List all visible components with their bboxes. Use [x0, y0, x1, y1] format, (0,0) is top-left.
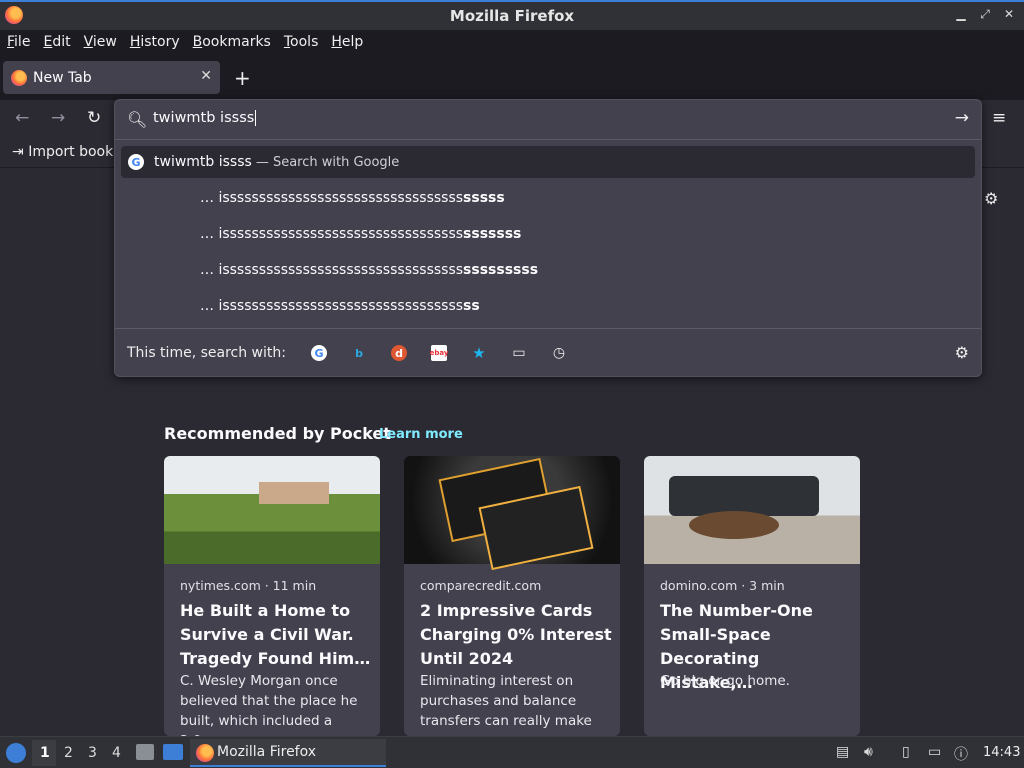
taskbar-firefox-button[interactable]: Mozilla Firefox: [190, 739, 386, 767]
bookmarks-star-icon[interactable]: ★: [471, 344, 487, 362]
urlbar-input-row: 🔍︎ twiwmtb issss →: [115, 100, 981, 140]
clipboard-tray-icon[interactable]: ▤: [836, 744, 849, 760]
menu-help[interactable]: Help: [331, 34, 363, 50]
close-tab-icon[interactable]: ✕: [200, 68, 212, 84]
forward-arrow-icon[interactable]: →: [51, 108, 65, 128]
card-excerpt: Go big or go home.: [660, 673, 790, 689]
history-icon[interactable]: ◷: [551, 345, 567, 361]
menu-bar: File Edit View History Bookmarks Tools H…: [0, 30, 1024, 54]
search-suggestion[interactable]: … isssssssssssssssssssssssssssssssssssss…: [200, 226, 521, 242]
volume-icon[interactable]: 🔊︎: [864, 744, 873, 760]
card-excerpt: C. Wesley Morgan once believed that the …: [180, 673, 358, 736]
one-off-label: This time, search with:: [127, 345, 286, 361]
workspace-2[interactable]: 2: [64, 745, 73, 761]
tab-label: New Tab: [33, 69, 92, 86]
card-image: [644, 456, 860, 564]
tab-new-tab[interactable]: New Tab ✕: [3, 61, 220, 94]
reload-icon[interactable]: ↻: [87, 108, 101, 128]
search-suggestion-main[interactable]: G twiwmtb issss — Search with Google: [121, 146, 975, 178]
tabs-icon[interactable]: ▭: [511, 345, 527, 361]
card-meta: nytimes.com · 11 min: [180, 578, 317, 593]
pocket-card[interactable]: comparecredit.com 2 Impressive Cards Cha…: [404, 456, 620, 736]
back-arrow-icon[interactable]: ←: [15, 108, 29, 128]
card-image: [164, 456, 380, 564]
menu-tools[interactable]: Tools: [284, 34, 319, 50]
pocket-section-title: Recommended by Pocket: [164, 424, 391, 443]
workspace-3[interactable]: 3: [88, 745, 97, 761]
card-excerpt: Eliminating interest on purchases and ba…: [420, 673, 592, 736]
notes-tray-icon[interactable]: ▯: [902, 744, 910, 760]
window-titlebar: Mozilla Firefox ▁ ⤢ ✕: [0, 0, 1024, 30]
suggestion-action: — Search with Google: [255, 154, 400, 170]
pocket-learn-more-link[interactable]: Learn more: [379, 427, 463, 442]
tab-strip: New Tab ✕ +: [0, 54, 1024, 100]
firefox-icon: [11, 69, 27, 86]
new-tab-button[interactable]: +: [234, 66, 251, 90]
file-manager-icon[interactable]: [136, 744, 154, 760]
window-title: Mozilla Firefox: [449, 7, 575, 25]
menu-history[interactable]: History: [130, 34, 180, 50]
card-meta: domino.com · 3 min: [660, 578, 785, 593]
maximize-icon[interactable]: ⤢: [978, 7, 992, 22]
search-suggestion[interactable]: … isssssssssssssssssssssssssssssssssssss…: [200, 262, 538, 278]
search-suggestion[interactable]: … isssssssssssssssssssssssssssssssssss: [200, 298, 480, 314]
google-icon[interactable]: G: [311, 345, 327, 361]
search-settings-gear-icon[interactable]: ⚙: [955, 343, 969, 362]
urlbar-input[interactable]: twiwmtb issss: [153, 110, 257, 126]
ebay-icon[interactable]: ebay: [430, 345, 448, 361]
hamburger-menu-icon[interactable]: ≡: [992, 108, 1006, 128]
pocket-card[interactable]: domino.com · 3 min The Number-One Small-…: [644, 456, 860, 736]
firefox-icon: [196, 744, 214, 762]
window-controls: ▁ ⤢ ✕: [954, 7, 1016, 22]
clock[interactable]: 14:43: [983, 745, 1020, 760]
menu-file[interactable]: File: [7, 34, 30, 50]
import-bookmarks-label: Import book: [28, 144, 114, 160]
menu-edit[interactable]: Edit: [43, 34, 70, 50]
suggestion-query: twiwmtb issss: [154, 154, 252, 170]
one-off-search-bar: This time, search with: G b d ebay ★ ▭ ◷…: [115, 328, 981, 376]
pocket-card[interactable]: nytimes.com · 11 min He Built a Home to …: [164, 456, 380, 736]
import-bookmarks-button[interactable]: ⇥ Import book: [12, 144, 113, 160]
google-icon: G: [128, 154, 144, 170]
duckduckgo-icon[interactable]: d: [391, 345, 407, 361]
page-settings-gear-icon[interactable]: ⚙: [984, 189, 998, 208]
close-icon[interactable]: ✕: [1002, 7, 1016, 22]
menu-view[interactable]: View: [84, 34, 117, 50]
updates-icon[interactable]: ⓘ: [954, 744, 968, 764]
go-arrow-icon[interactable]: →: [955, 108, 969, 128]
taskbar: 1 2 3 4 Mozilla Firefox ▤ 🔊︎ ▯ ▭ ⓘ 14:43: [0, 736, 1024, 768]
show-desktop-icon[interactable]: [163, 744, 183, 760]
search-suggestion[interactable]: … isssssssssssssssssssssssssssssssssssss…: [200, 190, 505, 206]
workspace-1[interactable]: 1: [40, 745, 50, 761]
network-icon[interactable]: ▭: [928, 744, 941, 760]
workspace-4[interactable]: 4: [112, 745, 121, 761]
card-image: [404, 456, 620, 564]
card-headline: He Built a Home to Survive a Civil War. …: [180, 601, 371, 668]
start-menu-icon[interactable]: [6, 743, 26, 763]
search-icon: 🔍︎: [127, 110, 148, 129]
minimize-icon[interactable]: ▁: [954, 7, 968, 22]
urlbar-dropdown: 🔍︎ twiwmtb issss → G twiwmtb issss — Sea…: [114, 99, 982, 377]
card-headline: 2 Impressive Cards Charging 0% Interest …: [420, 601, 612, 668]
taskbar-task-label: Mozilla Firefox: [217, 744, 317, 760]
menu-bookmarks[interactable]: Bookmarks: [193, 34, 271, 50]
bing-icon[interactable]: b: [351, 345, 367, 361]
card-meta: comparecredit.com: [420, 578, 542, 593]
